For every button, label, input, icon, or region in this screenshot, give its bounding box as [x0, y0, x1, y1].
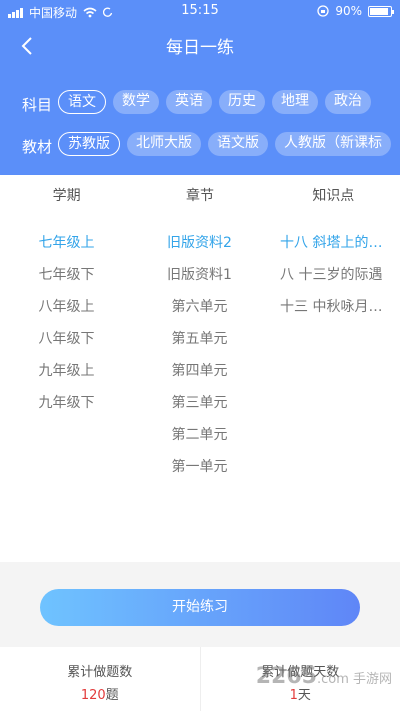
chapter-item[interactable]: 第一单元	[133, 451, 266, 483]
start-practice-button[interactable]: 开始练习	[40, 589, 360, 626]
chapter-item[interactable]: 第四单元	[133, 355, 266, 387]
chapter-item[interactable]: 第五单元	[133, 323, 266, 355]
page-title: 每日一练	[166, 38, 234, 58]
battery-percent: 90%	[335, 4, 362, 18]
chapter-list: 旧版资料2 旧版资料1 第六单元 第五单元 第四单元 第三单元 第二单元 第一单元	[133, 227, 266, 483]
chip-textbook_row-0[interactable]: 苏教版	[58, 132, 120, 156]
semester-item[interactable]: 八年级上	[0, 291, 133, 323]
stat-label: 累计做题数	[67, 665, 133, 680]
chip-subject_row-4[interactable]: 地理	[272, 90, 318, 114]
watermark-suffix: .com 手游网	[316, 672, 392, 687]
stat-total-questions: 累计做题数 120题	[0, 647, 200, 711]
battery-icon	[368, 5, 394, 17]
chip-subject_row-1[interactable]: 数学	[113, 90, 159, 114]
knowledge-item[interactable]: 十八 斜塔上的实验	[280, 227, 388, 259]
chip-textbook_row-1[interactable]: 北师大版	[127, 132, 201, 156]
semester-item[interactable]: 九年级下	[0, 387, 133, 419]
chip-subject_row-2[interactable]: 英语	[166, 90, 212, 114]
filter-tabs: 学期 章节 知识点	[0, 175, 400, 217]
knowledge-item[interactable]: 十三 中秋咏月诗词	[280, 291, 388, 323]
semester-list: 七年级上 七年级下 八年级上 八年级下 九年级上 九年级下	[0, 227, 133, 419]
chip-subject_row-3[interactable]: 历史	[219, 90, 265, 114]
chip-textbook_row-2[interactable]: 语文版	[208, 132, 268, 156]
semester-item[interactable]: 七年级下	[0, 259, 133, 291]
orientation-lock-icon	[317, 5, 329, 17]
site-watermark: 2265.com 手游网	[256, 664, 392, 689]
chip-textbook_row-3[interactable]: 人教版（新课标	[275, 132, 391, 156]
chapter-item[interactable]: 第六单元	[133, 291, 266, 323]
semester-item[interactable]: 九年级上	[0, 355, 133, 387]
knowledge-list: 十八 斜塔上的实验八 十三岁的际遇 十三 中秋咏月诗词	[280, 227, 388, 323]
stat-unit: 天	[297, 688, 311, 703]
tab-semester[interactable]: 学期	[0, 175, 133, 217]
header: 中国移动 15:15 90% 每日一练 科目 语文 数学 英语 历史 地理 政治 教材 苏…	[0, 0, 400, 175]
tab-chapter[interactable]: 章节	[133, 175, 266, 217]
watermark-main: 2265	[255, 664, 317, 689]
selection-lists: 七年级上 七年级下 八年级上 八年级下 九年级上 九年级下 旧版资料2 旧版资料1 第六单元第…	[0, 217, 400, 562]
status-bar: 中国移动 15:15 90%	[0, 0, 400, 22]
textbook-row: 教材 苏教版 北师大版 语文版 人教版（新课标	[0, 132, 400, 160]
tab-knowledge[interactable]: 知识点	[267, 175, 400, 217]
stat-value: 1	[289, 688, 298, 703]
chapter-item[interactable]: 旧版资料2	[133, 227, 266, 259]
subject-label: 科目	[22, 96, 53, 114]
semester-item[interactable]: 八年级下	[0, 323, 133, 355]
semester-item[interactable]: 七年级上	[0, 227, 133, 259]
chapter-item[interactable]: 第三单元	[133, 387, 266, 419]
subject-row: 科目 语文 数学 英语 历史 地理 政治	[0, 90, 400, 118]
knowledge-item[interactable]: 八 十三岁的际遇	[280, 259, 388, 291]
chapter-item[interactable]: 旧版资料1	[133, 259, 266, 291]
textbook-label: 教材	[22, 138, 53, 156]
stat-value: 120	[80, 688, 106, 703]
chip-subject_row-5[interactable]: 政治	[325, 90, 371, 114]
stat-unit: 题	[105, 688, 119, 703]
chip-subject_row-0[interactable]: 语文	[58, 90, 106, 114]
chapter-item[interactable]: 第二单元	[133, 419, 266, 451]
